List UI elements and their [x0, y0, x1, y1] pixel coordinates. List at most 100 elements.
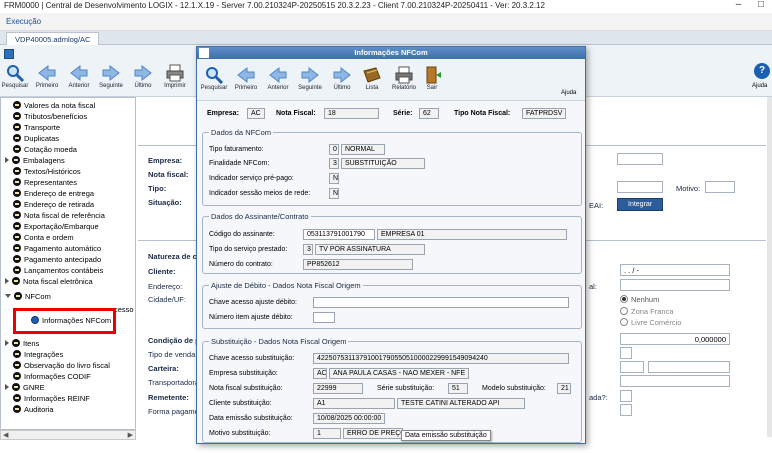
tree-item[interactable]: Transporte	[13, 123, 60, 133]
tree-item[interactable]: Representantes	[13, 178, 77, 188]
radio-nenhum[interactable]: Nenhum	[620, 295, 659, 304]
tree-horizontal-scrollbar[interactable]: ◀ ▶	[0, 430, 136, 440]
codigo-assinante-nome: EMPRESA 01	[377, 229, 567, 240]
data-substituicao-field[interactable]: 10/08/2025 00:00:00	[313, 413, 385, 424]
expand-open-icon[interactable]	[5, 294, 11, 298]
bg-cidade-label: Cidade/UF:	[148, 295, 186, 304]
bg-field-3[interactable]	[620, 279, 730, 291]
tree-item[interactable]: Exportação/Embarque	[13, 222, 99, 232]
main-vertical-scrollbar[interactable]	[767, 97, 772, 437]
primeiro-button[interactable]: Primeiro	[30, 64, 64, 89]
expand-closed-icon[interactable]	[5, 157, 9, 163]
chave-ajuste-field[interactable]	[313, 297, 569, 308]
dialog-toolbar: Pesquisar Primeiro Anterior Seguinte Últ…	[197, 59, 585, 101]
item-ajuste-field[interactable]	[313, 312, 335, 323]
tree-item[interactable]: Duplicatas	[13, 134, 59, 144]
nota-fiscal-field[interactable]: 18	[324, 108, 379, 119]
cliente-substituicao-code[interactable]: A1	[313, 398, 395, 409]
restore-button[interactable]: □	[758, 0, 764, 10]
nota-substituicao-field[interactable]: 22999	[313, 383, 363, 394]
tree-item[interactable]: Nota fiscal de referência	[13, 211, 105, 221]
tree-item-label: Informações CODIF	[24, 372, 91, 381]
empresa-field[interactable]: AC	[247, 108, 265, 119]
minimize-button[interactable]: –	[736, 0, 742, 10]
tree-item[interactable]: Endereço de entrega	[13, 189, 94, 199]
tipo-faturamento-code[interactable]: 0	[329, 144, 339, 155]
tree-item-label: Representantes	[24, 178, 77, 187]
expand-closed-icon[interactable]	[5, 340, 9, 346]
tree-item[interactable]: Embalagens	[5, 156, 65, 166]
empresa-substituicao-code[interactable]: AC	[313, 368, 327, 379]
tree-item[interactable]: Observação do livro fiscal	[13, 361, 110, 371]
integrar-button[interactable]: Integrar	[617, 198, 664, 211]
bg-field-4[interactable]	[620, 347, 632, 359]
tree-item[interactable]: Lançamentos contábeis	[13, 266, 103, 276]
tree-item[interactable]: GNRE	[5, 383, 45, 393]
serie-field[interactable]: 62	[419, 108, 439, 119]
bg-value-field[interactable]: 0,000000	[620, 333, 730, 345]
bg-cada-label: ada?:	[589, 393, 608, 402]
tree-item-label: Transporte	[24, 123, 60, 132]
numero-contrato-field[interactable]: PP852612	[303, 259, 413, 270]
dialog-primeiro-button[interactable]: Primeiro	[229, 66, 263, 91]
tree-item-label: Tributos/benefícios	[24, 112, 88, 121]
bg-motivo-field[interactable]	[705, 181, 735, 193]
dialog-seguinte-button[interactable]: Seguinte	[293, 66, 327, 91]
motivo-substituicao-code[interactable]: 1	[313, 428, 341, 439]
tree-item[interactable]: Conta e ordem	[13, 233, 74, 243]
expand-closed-icon[interactable]	[5, 278, 9, 284]
tree-item[interactable]: Endereço de retirada	[13, 200, 94, 210]
bg-field-2[interactable]	[617, 181, 663, 193]
tab-vdp40005[interactable]: VDP40005.admlog/AC	[6, 32, 100, 45]
dialog-lista-button[interactable]: Lista	[355, 66, 389, 91]
expand-closed-icon[interactable]	[5, 384, 9, 390]
chave-substituicao-field[interactable]: 4225075311379100179055051000022999154909…	[313, 353, 569, 364]
pesquisar-button[interactable]: Pesquisar	[0, 64, 32, 89]
pre-pago-field[interactable]: N	[329, 173, 339, 184]
help-icon[interactable]: ?	[754, 63, 770, 79]
anterior-button[interactable]: Anterior	[62, 64, 96, 89]
tree-item[interactable]: Auditoria	[13, 405, 54, 415]
radio-zona-franca[interactable]: Zona Franca	[620, 307, 674, 316]
tree-item[interactable]: Itens	[5, 339, 39, 349]
tipo-servico-code[interactable]: 3	[303, 244, 313, 255]
bg-field-8[interactable]	[620, 390, 632, 402]
serie-substituicao-field[interactable]: 51	[448, 383, 468, 394]
dialog-anterior-button[interactable]: Anterior	[261, 66, 295, 91]
radio-icon	[620, 307, 628, 315]
sessao-rede-field[interactable]: N	[329, 188, 339, 199]
group-assinante-title: Dados do Assinante/Contrato	[209, 212, 311, 221]
imprimir-button[interactable]: Imprimir	[158, 64, 192, 89]
tree-item[interactable]: Tributos/benefícios	[13, 112, 87, 122]
tipo-servico-desc: TV POR ASSINATURA	[315, 244, 425, 255]
finalidade-code[interactable]: 3	[329, 158, 339, 169]
dialog-ultimo-button[interactable]: Último	[325, 66, 359, 91]
dialog-sair-button[interactable]: Sair	[415, 66, 449, 91]
modelo-substituicao-field[interactable]: 21	[557, 383, 571, 394]
codigo-assinante-field[interactable]: 053113791001790	[303, 229, 375, 240]
tree-item[interactable]: Informações CODIF	[13, 372, 91, 382]
tree-item[interactable]: Informações REINF	[13, 394, 90, 404]
bg-field-1[interactable]	[617, 153, 663, 165]
tree-item[interactable]: Nota fiscal eletrônica	[5, 277, 93, 287]
tree-item[interactable]: Textos/Históricos	[13, 167, 81, 177]
seguinte-button[interactable]: Seguinte	[94, 64, 128, 89]
tree-item[interactable]: NFCom	[5, 292, 51, 302]
bg-nota-label: Nota fiscal:	[148, 170, 189, 179]
tipo-nota-field[interactable]: FATPRDSV	[522, 108, 566, 119]
tree-item[interactable]: Integrações	[13, 350, 63, 360]
menu-execucao[interactable]: Execução	[6, 17, 41, 26]
tree-item[interactable]: Pagamento automático	[13, 244, 101, 254]
bg-field-5[interactable]	[620, 361, 644, 373]
tree-item[interactable]: Valores da nota fiscal	[13, 101, 95, 111]
bg-field-9[interactable]	[620, 404, 632, 416]
node-icon	[12, 383, 20, 391]
radio-livre-comercio[interactable]: Livre Comércio	[620, 318, 681, 327]
dialog-pesquisar-button[interactable]: Pesquisar	[197, 66, 231, 91]
bg-date-field[interactable]: . . / -	[620, 264, 730, 276]
tree-item[interactable]: Pagamento antecipado	[13, 255, 101, 265]
bg-field-7[interactable]	[620, 375, 730, 387]
ultimo-button[interactable]: Último	[126, 64, 160, 89]
bg-field-6[interactable]	[648, 361, 730, 373]
tree-item[interactable]: Cotação moeda	[13, 145, 77, 155]
